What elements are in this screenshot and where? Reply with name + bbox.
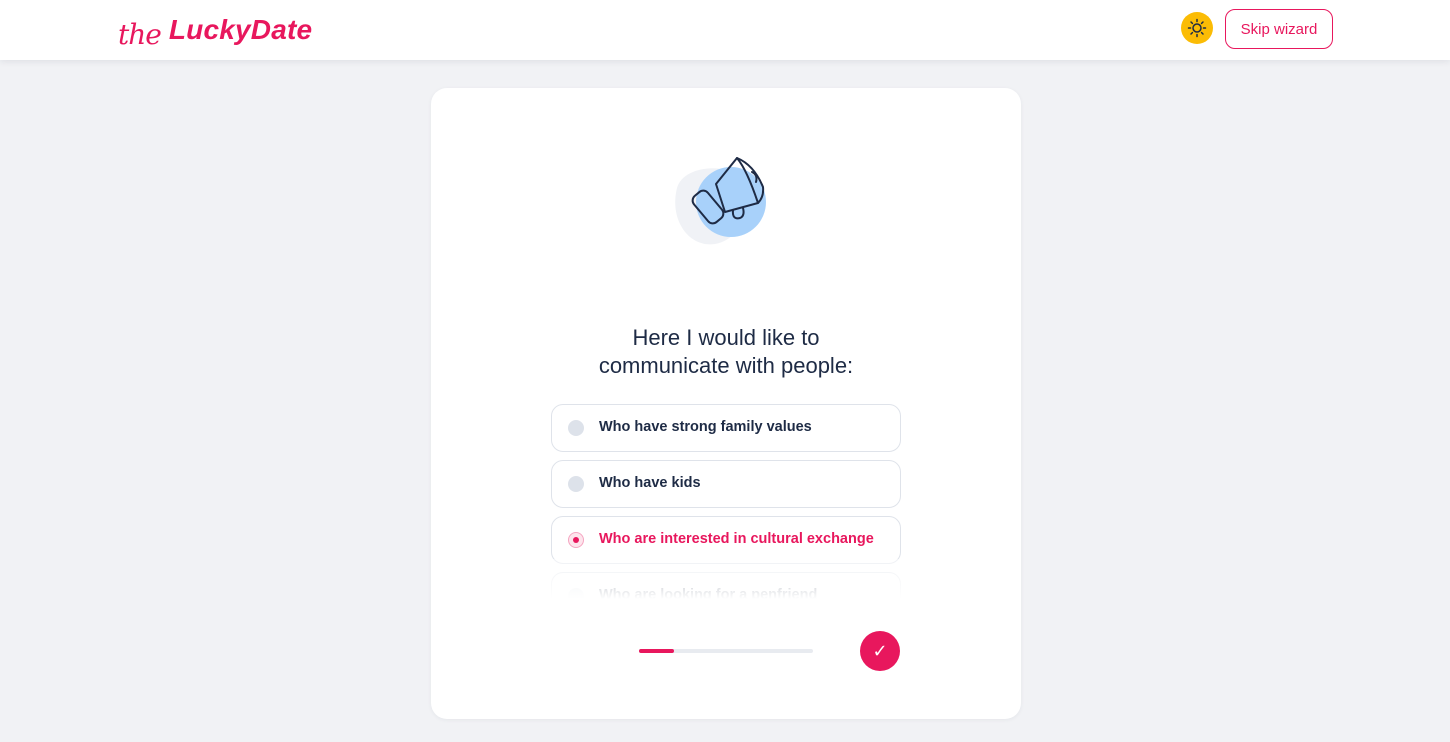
logo-name: LuckyDate (168, 14, 313, 45)
skip-wizard-button[interactable]: Skip wizard (1225, 9, 1333, 49)
option-family-values[interactable]: Who have strong family values (551, 404, 901, 452)
radio-button-selected[interactable] (568, 532, 584, 548)
top-header: the LuckyDate Skip wizard (0, 0, 1450, 60)
question-line-2: communicate with people: (598, 353, 854, 378)
radio-button[interactable] (568, 476, 584, 492)
option-penfriend[interactable]: Who are looking for a penfriend (551, 572, 901, 599)
theme-toggle-button[interactable] (1181, 12, 1213, 44)
option-label: Who are interested in cultural exchange (599, 531, 874, 547)
question-line-1: Here I would like to (632, 325, 820, 350)
option-label: Who have kids (599, 475, 701, 491)
sun-icon (1187, 18, 1207, 38)
option-label: Who are looking for a penfriend (599, 587, 818, 599)
progress-fill (639, 649, 674, 653)
megaphone-icon (675, 157, 766, 245)
option-label: Who have strong family values (599, 419, 812, 435)
progress-bar (639, 649, 813, 653)
confirm-button[interactable]: ✓ (860, 631, 900, 671)
options-list: Who have strong family values Who have k… (551, 404, 901, 599)
option-have-kids[interactable]: Who have kids (551, 460, 901, 508)
logo[interactable]: the LuckyDate (118, 6, 312, 54)
radio-button[interactable] (568, 588, 584, 599)
option-cultural-exchange[interactable]: Who are interested in cultural exchange (551, 516, 901, 564)
wizard-card: Here I would like to communicate with pe… (431, 88, 1021, 719)
radio-button[interactable] (568, 420, 584, 436)
wizard-question: Here I would like to communicate with pe… (431, 324, 1021, 380)
checkmark-icon: ✓ (872, 640, 888, 661)
logo-prefix: the (118, 17, 162, 51)
